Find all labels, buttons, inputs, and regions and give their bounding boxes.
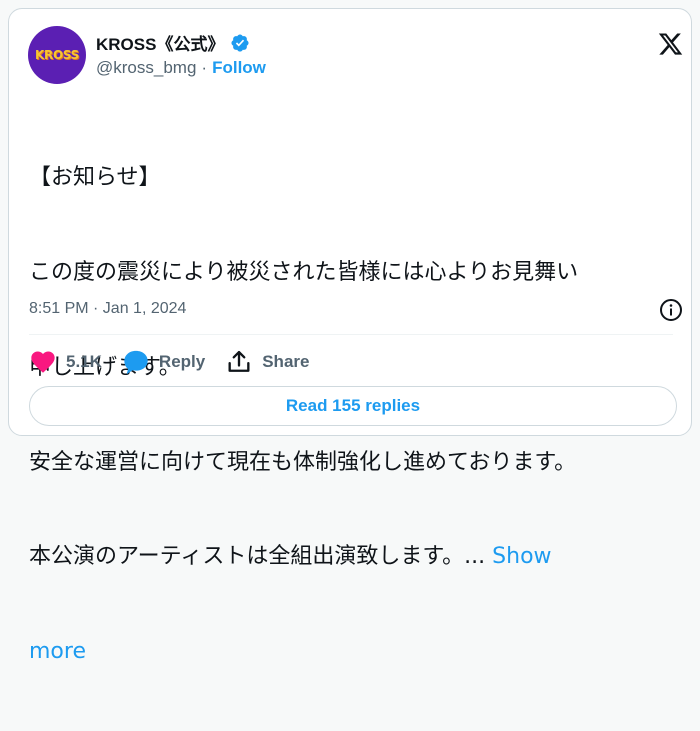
share-button[interactable]: Share bbox=[225, 348, 309, 376]
verified-badge-icon bbox=[231, 33, 250, 52]
like-button[interactable]: 5.1K bbox=[29, 348, 102, 376]
share-label: Share bbox=[262, 352, 310, 371]
read-replies-label: Read 155 replies bbox=[285, 396, 421, 415]
x-logo-icon[interactable] bbox=[657, 31, 684, 57]
action-bar: 5.1K Reply Share bbox=[29, 347, 329, 377]
tweet-card: KROSS KROSS《公式》 @kross_bmg · Follow 【お知ら… bbox=[8, 8, 692, 664]
divider bbox=[29, 334, 673, 335]
share-icon bbox=[228, 350, 250, 372]
show-more-link[interactable]: Show bbox=[492, 544, 551, 569]
follow-button[interactable]: Follow bbox=[212, 58, 266, 78]
tweet-line: この度の震災により被災された皆様には心よりお見舞い bbox=[29, 259, 579, 285]
author-display-name[interactable]: KROSS《公式》 bbox=[96, 30, 224, 55]
author-name-row: KROSS《公式》 bbox=[96, 30, 250, 55]
reply-label: Reply bbox=[158, 352, 206, 371]
author-handle[interactable]: @kross_bmg bbox=[96, 58, 196, 78]
author-handle-row: @kross_bmg · Follow bbox=[96, 58, 266, 78]
avatar-logo: KROSS bbox=[35, 48, 79, 62]
tweet-line: 【お知らせ】 bbox=[29, 165, 161, 191]
read-replies-button[interactable]: Read 155 replies bbox=[29, 386, 677, 426]
tweet-line-last: 本公演のアーティストは全組出演致します。... Show bbox=[29, 541, 669, 573]
reply-bubble-icon bbox=[124, 350, 148, 375]
separator-dot: · bbox=[201, 58, 208, 77]
reply-button[interactable]: Reply bbox=[122, 348, 205, 376]
tweet-timestamp[interactable]: 8:51 PM · Jan 1, 2024 bbox=[29, 300, 186, 318]
info-icon[interactable] bbox=[659, 298, 683, 322]
heart-icon bbox=[31, 351, 55, 373]
tweet-line: 安全な運営に向けて現在も体制強化し進めております。 bbox=[29, 449, 577, 475]
tweet-line-text: 本公演のアーティストは全組出演致します。... bbox=[29, 544, 486, 570]
avatar[interactable]: KROSS bbox=[28, 26, 86, 84]
show-more-link-cont[interactable]: more bbox=[29, 636, 669, 668]
like-count: 5.1K bbox=[66, 352, 102, 371]
